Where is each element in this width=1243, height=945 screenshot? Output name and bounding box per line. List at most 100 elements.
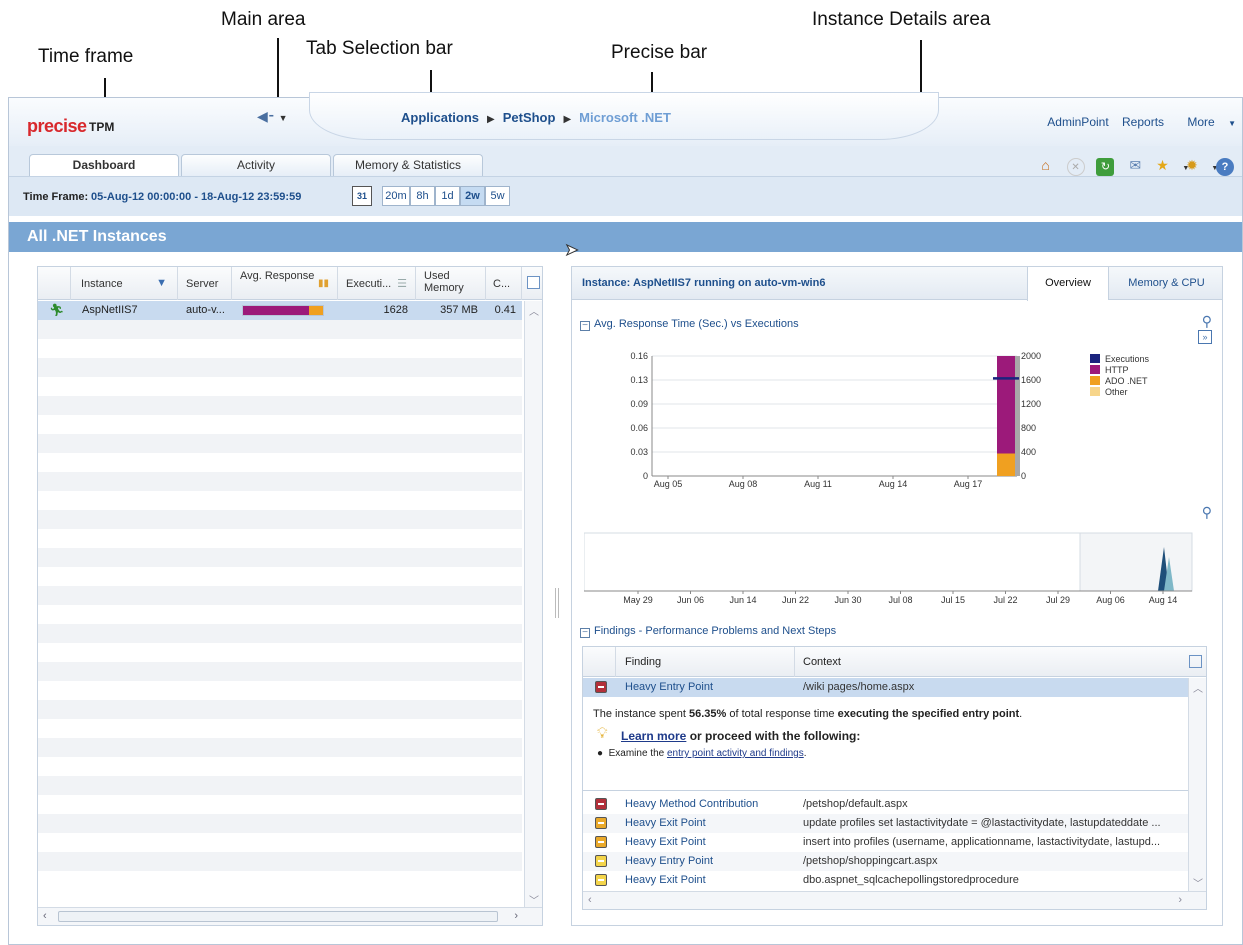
adminpoint-link[interactable]: AdminPoint: [1047, 115, 1108, 129]
stop-icon[interactable]: ✕: [1066, 158, 1085, 176]
severity-high-icon: [595, 798, 607, 810]
horizontal-scrollbar[interactable]: ‹ ›: [38, 907, 542, 925]
response-time-chart: 0 0.03 0.06 0.09 0.13 0.16 0 400 800 1200 1600 2000…: [630, 351, 1149, 489]
scroll-thumb: [58, 911, 498, 922]
empty-row: [38, 719, 522, 738]
finding-name[interactable]: Heavy Exit Point: [625, 817, 706, 829]
legend-swatch: [1090, 365, 1100, 374]
expand-icon[interactable]: »: [1198, 330, 1212, 344]
range-8h[interactable]: 8h: [410, 186, 435, 206]
empty-row: [38, 548, 522, 567]
col-finding[interactable]: Finding: [625, 656, 661, 668]
col-c[interactable]: C...: [486, 267, 522, 300]
col-icon: [38, 267, 71, 300]
finding-context: update profiles set lastactivitydate = @…: [803, 817, 1161, 829]
mail-icon[interactable]: ✉: [1126, 156, 1144, 174]
time-frame-value[interactable]: 05-Aug-12 00:00:00 - 18-Aug-12 23:59:59: [91, 191, 301, 203]
settings-icon[interactable]: ✹ ▼: [1186, 156, 1218, 174]
empty-row: [38, 624, 522, 643]
help-icon[interactable]: ?: [1216, 158, 1234, 176]
col-avg-response[interactable]: Avg. Response ▮▮: [232, 267, 338, 300]
x-tick-label: Aug 17: [954, 479, 983, 489]
finding-summary: The instance spent 56.35% of total respo…: [593, 708, 1023, 720]
findings-row[interactable]: Heavy Exit Point dbo.aspnet_sqlcachepolli…: [583, 871, 1190, 890]
finding-name[interactable]: Heavy Exit Point: [625, 836, 706, 848]
horizontal-scrollbar[interactable]: ‹ ›: [583, 891, 1206, 909]
y-tick-label: 0.16: [630, 351, 648, 361]
vertical-scrollbar[interactable]: ︿ ﹀: [1188, 678, 1206, 892]
empty-row: [38, 681, 522, 700]
tab-dashboard[interactable]: Dashboard: [29, 154, 179, 177]
findings-row[interactable]: Heavy Exit Point insert into profiles (us…: [583, 833, 1190, 852]
empty-row: [38, 586, 522, 605]
refresh-icon[interactable]: ↻: [1096, 158, 1115, 176]
more-menu[interactable]: More ▼: [1177, 115, 1236, 129]
reports-link[interactable]: Reports: [1122, 115, 1164, 129]
next-step-bullet: ● Examine the entry point activity and f…: [597, 748, 807, 759]
learn-more-link[interactable]: Learn more: [621, 729, 686, 743]
empty-row: [38, 833, 522, 852]
range-2w[interactable]: 2w: [460, 186, 485, 206]
col-server[interactable]: Server: [178, 267, 232, 300]
range-5w[interactable]: 5w: [485, 186, 510, 206]
empty-row: [38, 415, 522, 434]
findings-grid-header: Finding Context: [583, 647, 1206, 677]
zoom-icon[interactable]: ⚲: [1202, 313, 1212, 330]
y2-tick-label: 2000: [1021, 351, 1041, 361]
findings-row[interactable]: Heavy Entry Point/petshop/shoppingcart.a…: [583, 852, 1190, 871]
calendar-icon[interactable]: 31: [352, 186, 372, 206]
back-arrow-icon[interactable]: ◀⁃ ▼: [257, 108, 288, 125]
mouse-cursor-icon: ➤: [564, 242, 579, 260]
finding-name[interactable]: Heavy Method Contribution: [625, 798, 758, 810]
x-tick-label: Aug 11: [804, 479, 832, 489]
findings-row[interactable]: Heavy Method Contribution/petshop/defaul…: [583, 795, 1190, 814]
empty-row: [38, 795, 522, 814]
lightbulb-icon: 💡︎: [597, 725, 608, 742]
table-row[interactable]: 🏃︎ AspNetIIS7 auto-v... 1628 357 MB 0.41: [38, 301, 522, 320]
col-context[interactable]: Context: [803, 656, 841, 668]
empty-row: [38, 738, 522, 757]
breadcrumb-applications[interactable]: Applications: [401, 110, 479, 125]
range-1d[interactable]: 1d: [435, 186, 460, 206]
col-instance[interactable]: Instance ▼: [71, 267, 178, 300]
finding-description: The instance spent 56.35% of total respo…: [583, 697, 1190, 791]
column-chooser-icon[interactable]: [1189, 655, 1202, 668]
column-chooser-icon[interactable]: [527, 276, 540, 289]
precise-bar: precise TPM ◀⁃ ▼ Applications ▶ PetShop ▶ Mi…: [9, 92, 1242, 146]
y-tick-label: 0.06: [630, 423, 648, 433]
panel-splitter[interactable]: [555, 588, 559, 618]
tab-overview[interactable]: Overview: [1027, 267, 1108, 301]
finding-name[interactable]: Heavy Exit Point: [625, 874, 706, 886]
tab-activity[interactable]: Activity: [181, 154, 331, 176]
callout-tab-selection: Tab Selection bar: [306, 38, 453, 59]
col-executions[interactable]: Executi... ☰: [338, 267, 416, 300]
findings-row-selected[interactable]: Heavy Entry Point /wiki pages/home.aspx: [583, 678, 1190, 697]
collapse-icon: −: [580, 321, 590, 331]
entry-point-activity-link[interactable]: entry point activity and findings: [667, 748, 804, 759]
tab-memory-statistics[interactable]: Memory & Statistics: [333, 154, 483, 176]
empty-row: [38, 605, 522, 624]
running-man-icon: 🏃︎: [49, 303, 65, 317]
findings-section-header[interactable]: − Findings - Performance Problems and Nex…: [580, 625, 836, 638]
x-tick-label: Aug 08: [729, 479, 758, 489]
instances-grid-header: Instance ▼ Server Avg. Response ▮▮ Executi…: [38, 267, 542, 300]
favorites-icon[interactable]: ★ ▼: [1156, 156, 1189, 174]
range-20m[interactable]: 20m: [382, 186, 410, 206]
vertical-scrollbar[interactable]: ︿ ﹀: [524, 301, 542, 909]
tab-selection-bar: Dashboard Activity Memory & Statistics ⌂…: [9, 146, 1242, 177]
chart-section-header[interactable]: − Avg. Response Time (Sec.) vs Executions: [580, 318, 799, 331]
finding-name[interactable]: Heavy Entry Point: [625, 855, 713, 867]
tab-memory-cpu[interactable]: Memory & CPU: [1108, 267, 1222, 300]
severity-low-icon: [595, 855, 607, 867]
bar-selection-edge: [1015, 356, 1020, 476]
zoom-icon[interactable]: ⚲: [1202, 504, 1212, 521]
findings-row[interactable]: Heavy Exit Point update profiles set last…: [583, 814, 1190, 833]
bar-http: [997, 356, 1015, 454]
empty-row: [38, 491, 522, 510]
breadcrumb-petshop[interactable]: PetShop: [503, 110, 556, 125]
empty-row: [38, 567, 522, 586]
col-used-memory[interactable]: Used Memory: [416, 267, 486, 300]
legend-swatch: [1090, 387, 1100, 396]
legend-label: Other: [1105, 387, 1128, 397]
home-icon[interactable]: ⌂: [1037, 156, 1055, 174]
